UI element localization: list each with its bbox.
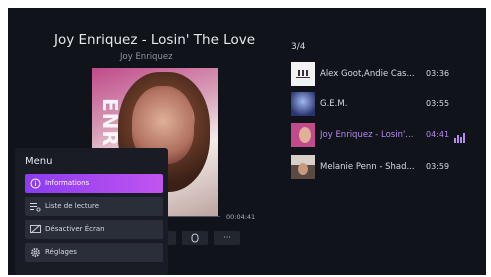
queue-item-duration: 03:55 [426,99,450,108]
total-time: 00:04:41 [226,213,256,221]
menu-item-reglages[interactable]: Réglages [25,243,163,262]
menu-item-label: Désactiver Écran [45,225,105,233]
queue-thumbnail [291,123,315,147]
menu-title: Menu [25,156,53,167]
queue-thumbnail [291,92,315,116]
info-icon [30,178,41,189]
screen-off-icon [30,224,41,234]
queue-item-title: G.E.M. [320,99,348,109]
repeat-button[interactable] [182,231,208,245]
queue-thumbnail [291,62,315,86]
queue-item-duration: 03:36 [426,69,450,78]
music-player-screen: Joy Enriquez - Losin' The Love Joy Enriq… [8,8,486,275]
queue-item[interactable]: G.E.M. 03:55 [291,92,481,118]
settings-icon [31,248,40,257]
queue-item-duration: 04:41 [426,130,450,139]
menu-item-label: Informations [45,179,90,187]
track-title: Joy Enriquez - Losin' The Love [54,32,256,48]
queue-item[interactable]: Melanie Penn - Shad... 03:59 [291,155,481,181]
menu-item-liste-de-lecture[interactable]: Liste de lecture [25,197,163,216]
queue-item-title: Joy Enriquez - Losin'... [320,130,414,140]
track-artist: Joy Enriquez [120,52,173,62]
menu-item-informations[interactable]: Informations [25,174,163,193]
queue-position: 3/4 [291,42,306,52]
playlist-icon [30,203,41,212]
equalizer-icon [454,133,465,143]
menu-item-desactiver-ecran[interactable]: Désactiver Écran [25,220,163,239]
menu-item-label: Réglages [45,248,77,256]
queue-item-title: Melanie Penn - Shad... [320,162,415,172]
queue-item-duration: 03:59 [426,162,450,171]
queue-item[interactable]: Alex Goot,Andie Cas... 03:36 [291,62,481,88]
queue-item-active[interactable]: Joy Enriquez - Losin'... 04:41 [291,123,481,149]
menu-item-label: Liste de lecture [45,202,100,210]
queue-thumbnail [291,155,315,179]
repeat-icon [191,233,199,243]
more-button[interactable]: ··· [214,231,240,245]
context-menu: Menu Informations Liste de lecture Désac… [15,148,168,275]
queue-item-title: Alex Goot,Andie Cas... [320,69,415,79]
